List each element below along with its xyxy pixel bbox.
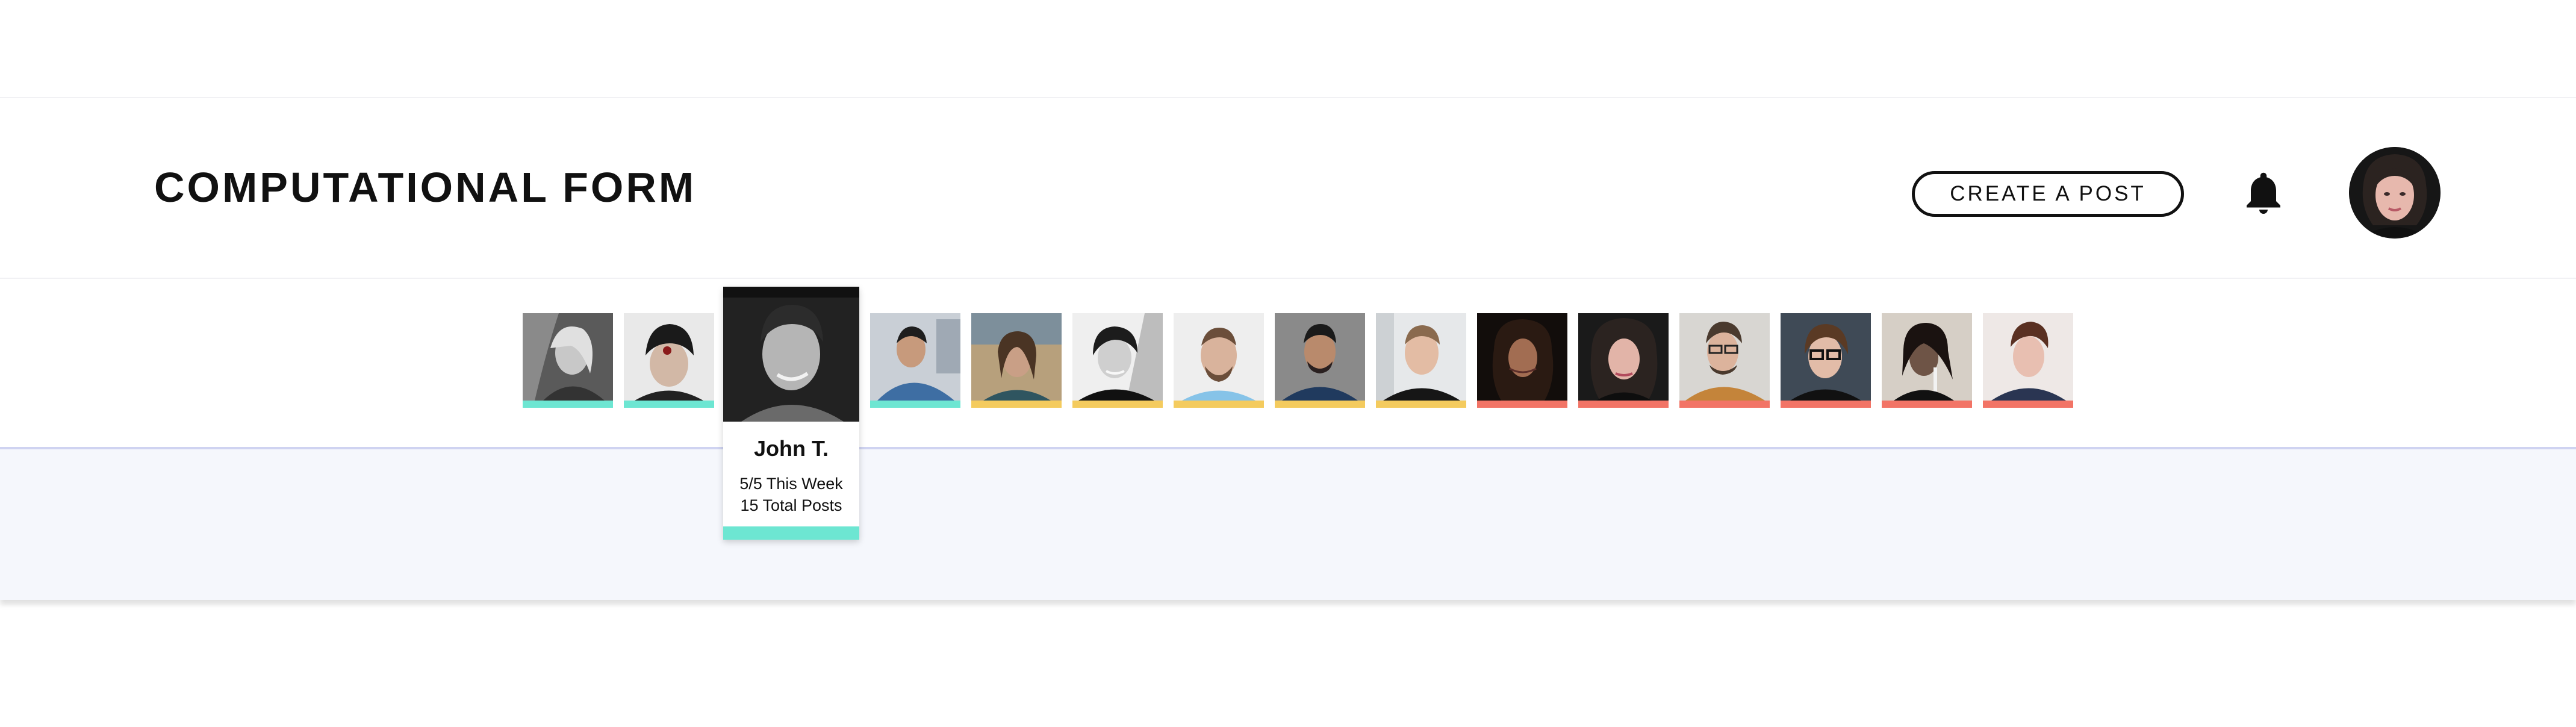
user-avatar[interactable]: [2349, 147, 2441, 239]
bell-icon[interactable]: [2238, 167, 2289, 218]
top-blank-area: [0, 0, 2576, 98]
member-thumbnail[interactable]: [1477, 313, 1567, 408]
member-thumbnail[interactable]: [1578, 313, 1669, 408]
member-photo: [1882, 313, 1972, 401]
member-thumbnail[interactable]: [624, 313, 714, 408]
member-name: John T.: [754, 436, 829, 461]
member-thumbnail[interactable]: [1781, 313, 1871, 408]
member-thumbnail[interactable]: [1376, 313, 1466, 408]
member-status-bar: [1174, 401, 1264, 408]
member-week-count: 5/5 This Week: [739, 475, 843, 493]
member-photo: [1679, 313, 1770, 401]
member-status-bar: [870, 401, 960, 408]
member-photo: [1477, 313, 1567, 401]
app-title: COMPUTATIONAL FORM: [154, 164, 697, 211]
member-status-bar: [523, 401, 613, 408]
member-thumbnail[interactable]: [971, 313, 1062, 408]
member-thumbnail[interactable]: [1983, 313, 2073, 408]
member-status-bar: [1477, 401, 1567, 408]
bell-icon-graphic: [2247, 172, 2280, 214]
member-status-bar: [971, 401, 1062, 408]
member-status-bar: [624, 401, 714, 408]
member-thumbnail[interactable]: [1072, 313, 1163, 408]
members-strip: John T. 5/5 This Week 15 Total Posts: [0, 279, 2576, 540]
member-photo: [1983, 313, 2073, 401]
member-card-expanded[interactable]: John T. 5/5 This Week 15 Total Posts: [723, 287, 859, 540]
member-photo: [1781, 313, 1871, 401]
member-photo: [723, 287, 859, 422]
member-status-bar: [1882, 401, 1972, 408]
content-panel: [0, 449, 2576, 600]
member-photo: [1275, 313, 1365, 401]
member-photo: [1174, 313, 1264, 401]
member-total-posts: 15 Total Posts: [740, 496, 842, 514]
member-photo: [971, 313, 1062, 401]
member-thumbnail[interactable]: [1275, 313, 1365, 408]
member-photo: [624, 313, 714, 401]
member-thumbnail[interactable]: [1174, 313, 1264, 408]
member-thumbnail[interactable]: [1882, 313, 1972, 408]
member-photo: [523, 313, 613, 401]
user-avatar-graphic: [2349, 147, 2441, 239]
member-photo: [870, 313, 960, 401]
member-thumbnail[interactable]: [870, 313, 960, 408]
member-photo: [1376, 313, 1466, 401]
member-status-bar: [1781, 401, 1871, 408]
app-header: COMPUTATIONAL FORM CREATE A POST: [0, 98, 2576, 279]
member-status-bar: [1983, 401, 2073, 408]
member-status-bar: [1376, 401, 1466, 408]
member-status-bar: [1275, 401, 1365, 408]
member-status-bar: [723, 526, 859, 540]
member-status-bar: [1578, 401, 1669, 408]
member-status-bar: [1679, 401, 1770, 408]
create-post-button[interactable]: CREATE A POST: [1912, 171, 2184, 217]
member-thumbnail[interactable]: [523, 313, 613, 408]
member-photo: [1072, 313, 1163, 401]
member-status-bar: [1072, 401, 1163, 408]
member-photo: [1578, 313, 1669, 401]
member-thumbnail[interactable]: [1679, 313, 1770, 408]
